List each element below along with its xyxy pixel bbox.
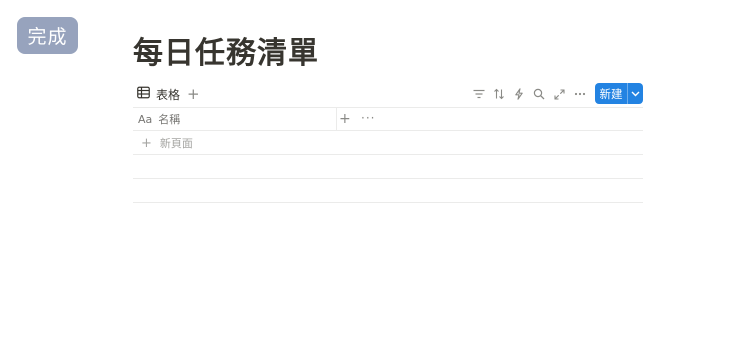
column-header-label: 名稱	[158, 113, 181, 126]
automation-icon[interactable]	[511, 86, 527, 102]
new-page-button[interactable]: + 新頁面	[141, 134, 193, 152]
expand-icon[interactable]	[551, 86, 567, 102]
new-page-label: 新頁面	[159, 137, 193, 150]
row-divider	[133, 202, 643, 203]
add-view-icon[interactable]: +	[187, 83, 200, 105]
database-toolbar: 表格 + 新建	[133, 82, 643, 106]
tab-table-view[interactable]: 表格	[137, 83, 180, 105]
new-button[interactable]: 新建	[595, 83, 643, 104]
chevron-down-icon[interactable]	[628, 91, 643, 97]
row-divider	[133, 178, 643, 179]
done-button[interactable]: 完成	[17, 17, 78, 54]
plus-icon: +	[141, 135, 152, 151]
column-header-name[interactable]: Aa 名稱	[133, 108, 337, 130]
page-title[interactable]: 每日任務清單	[133, 28, 319, 72]
text-property-icon: Aa	[138, 112, 153, 126]
more-icon[interactable]	[572, 86, 588, 102]
table-icon	[137, 86, 150, 102]
filter-icon[interactable]	[471, 86, 487, 102]
search-icon[interactable]	[531, 86, 547, 102]
add-column-icon[interactable]: +	[339, 108, 351, 130]
column-more-icon[interactable]: ···	[361, 108, 375, 130]
row-divider	[133, 154, 643, 155]
new-button-label: 新建	[599, 86, 623, 101]
sort-icon[interactable]	[491, 86, 507, 102]
header-bottom-border	[133, 130, 643, 131]
tab-table-view-label: 表格	[156, 87, 181, 102]
table-header: Aa 名稱 + ···	[133, 108, 643, 130]
